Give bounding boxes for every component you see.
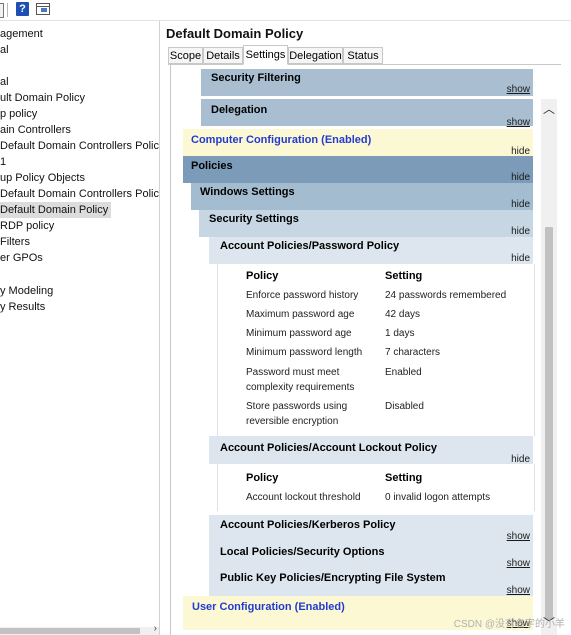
tree-item[interactable]: ult Domain Policy xyxy=(0,90,85,106)
section-windows-settings: Windows Settings hide xyxy=(191,183,533,210)
setting-cell: 1 days xyxy=(385,328,415,339)
section-policies: Policies hide xyxy=(183,156,533,183)
password-policy-table: Policy Setting Enforce password history … xyxy=(217,264,535,436)
tab-delegation[interactable]: Delegation xyxy=(288,47,343,64)
tree-item[interactable]: RDP policy xyxy=(0,218,54,234)
section-local-policies: Local Policies/Security Options show xyxy=(209,542,533,569)
section-security-settings: Security Settings hide xyxy=(199,210,533,237)
section-computer-configuration: Computer Configuration (Enabled) hide xyxy=(183,129,533,157)
setting-cell: 24 passwords remembered xyxy=(385,290,507,301)
show-link[interactable]: show xyxy=(507,117,530,128)
section-delegation: Delegation show xyxy=(201,99,533,128)
show-link[interactable]: show xyxy=(507,84,530,95)
watermark: CSDN @没有名字的小羊 xyxy=(453,619,565,630)
tree-item[interactable]: 1 xyxy=(0,154,6,170)
tree-item[interactable]: Filters xyxy=(0,234,30,250)
section-label: Delegation xyxy=(211,104,268,116)
policy-cell: Maximum password age xyxy=(246,309,355,320)
tree-item[interactable]: ain Controllers xyxy=(0,122,71,138)
column-header-setting: Setting xyxy=(385,270,423,282)
setting-cell: Disabled xyxy=(385,401,424,412)
policy-cell: Minimum password age xyxy=(246,328,352,339)
section-label: Security Filtering xyxy=(211,72,301,84)
section-label: User Configuration (Enabled) xyxy=(192,601,345,613)
tree-item[interactable]: agement xyxy=(0,26,43,42)
tree-item[interactable]: y Results xyxy=(0,299,45,315)
section-label: Public Key Policies/Encrypting File Syst… xyxy=(220,572,446,584)
column-header-policy: Policy xyxy=(246,472,279,484)
tree-item[interactable]: er GPOs xyxy=(0,250,43,266)
section-password-policy: Account Policies/Password Policy hide xyxy=(209,237,533,264)
panel-title: Default Domain Policy xyxy=(166,26,304,41)
policy-cell: Password must meet complexity requiremen… xyxy=(246,367,355,393)
policy-cell: Account lockout threshold xyxy=(246,492,361,503)
policy-cell: Enforce password history xyxy=(246,290,359,301)
section-security-filtering: Security Filtering show xyxy=(201,69,533,96)
console-tree: agement al al ult Domain Policy p policy ain … xyxy=(0,21,160,635)
tree-item[interactable]: up Policy Objects xyxy=(0,170,85,186)
setting-cell: Enabled xyxy=(385,367,422,378)
tree-horizontal-scrollbar[interactable]: › xyxy=(0,623,159,635)
setting-cell: 0 invalid logon attempts xyxy=(385,492,491,503)
show-link[interactable]: show xyxy=(507,585,530,596)
section-label: Policies xyxy=(191,160,233,172)
section-label: Computer Configuration (Enabled) xyxy=(191,134,372,146)
tab-details[interactable]: Details xyxy=(203,47,243,64)
account-lockout-table: Policy Setting Account lockout threshold… xyxy=(217,464,535,511)
policy-cell: Store passwords using reversible encrypt… xyxy=(246,401,348,427)
toolbar: ? xyxy=(0,0,571,21)
scroll-up-icon[interactable]: ︿ xyxy=(541,101,557,117)
tab-status[interactable]: Status xyxy=(343,47,383,64)
tree-item[interactable]: p policy xyxy=(0,106,37,122)
toolbar-cutoff-icon[interactable] xyxy=(0,3,4,18)
show-link[interactable]: show xyxy=(507,558,530,569)
tree-scroll-thumb[interactable] xyxy=(0,628,140,634)
tab-settings[interactable]: Settings xyxy=(243,45,288,65)
tree-item[interactable]: Default Domain Policy xyxy=(0,202,112,218)
toolbar-separator xyxy=(7,3,8,17)
settings-report: Security Filtering show Delegation show … xyxy=(170,65,561,635)
section-label: Windows Settings xyxy=(200,186,295,198)
section-account-lockout-policy: Account Policies/Account Lockout Policy … xyxy=(209,436,533,465)
report-scroll-thumb[interactable] xyxy=(545,227,553,620)
tree-item[interactable]: al xyxy=(0,42,9,58)
column-header-policy: Policy xyxy=(246,270,279,282)
show-hide-console-tree-icon[interactable] xyxy=(36,3,50,15)
help-icon[interactable]: ? xyxy=(16,2,29,16)
tree-item[interactable]: al xyxy=(0,74,9,90)
hide-link[interactable]: hide xyxy=(511,253,530,264)
show-link[interactable]: show xyxy=(507,531,530,542)
hide-link[interactable]: hide xyxy=(511,226,530,237)
section-kerberos-policy: Account Policies/Kerberos Policy show xyxy=(209,515,533,542)
section-label: Security Settings xyxy=(209,213,299,225)
setting-cell: 42 days xyxy=(385,309,421,320)
section-label: Account Policies/Kerberos Policy xyxy=(220,519,396,531)
tree-item[interactable]: y Modeling xyxy=(0,283,53,299)
gpo-details-panel: Default Domain Policy Scope Details Sett… xyxy=(160,21,571,635)
section-label: Account Policies/Password Policy xyxy=(220,240,400,252)
section-label: Local Policies/Security Options xyxy=(220,546,385,558)
section-label: Account Policies/Account Lockout Policy xyxy=(220,442,437,454)
hide-link[interactable]: hide xyxy=(511,199,530,210)
column-header-setting: Setting xyxy=(385,472,423,484)
scroll-right-icon[interactable]: › xyxy=(154,623,157,634)
policy-cell: Minimum password length xyxy=(246,347,363,358)
tree-item[interactable]: Default Domain Controllers Policy xyxy=(0,186,159,202)
tab-scope[interactable]: Scope xyxy=(168,47,203,64)
report-vertical-scrollbar[interactable]: ︿ ﹀ xyxy=(541,99,557,635)
hide-link[interactable]: hide xyxy=(511,172,530,183)
tree-item[interactable]: Default Domain Controllers Policy xyxy=(0,138,159,154)
section-public-key-policies: Public Key Policies/Encrypting File Syst… xyxy=(209,569,533,596)
setting-cell: 7 characters xyxy=(385,347,441,358)
